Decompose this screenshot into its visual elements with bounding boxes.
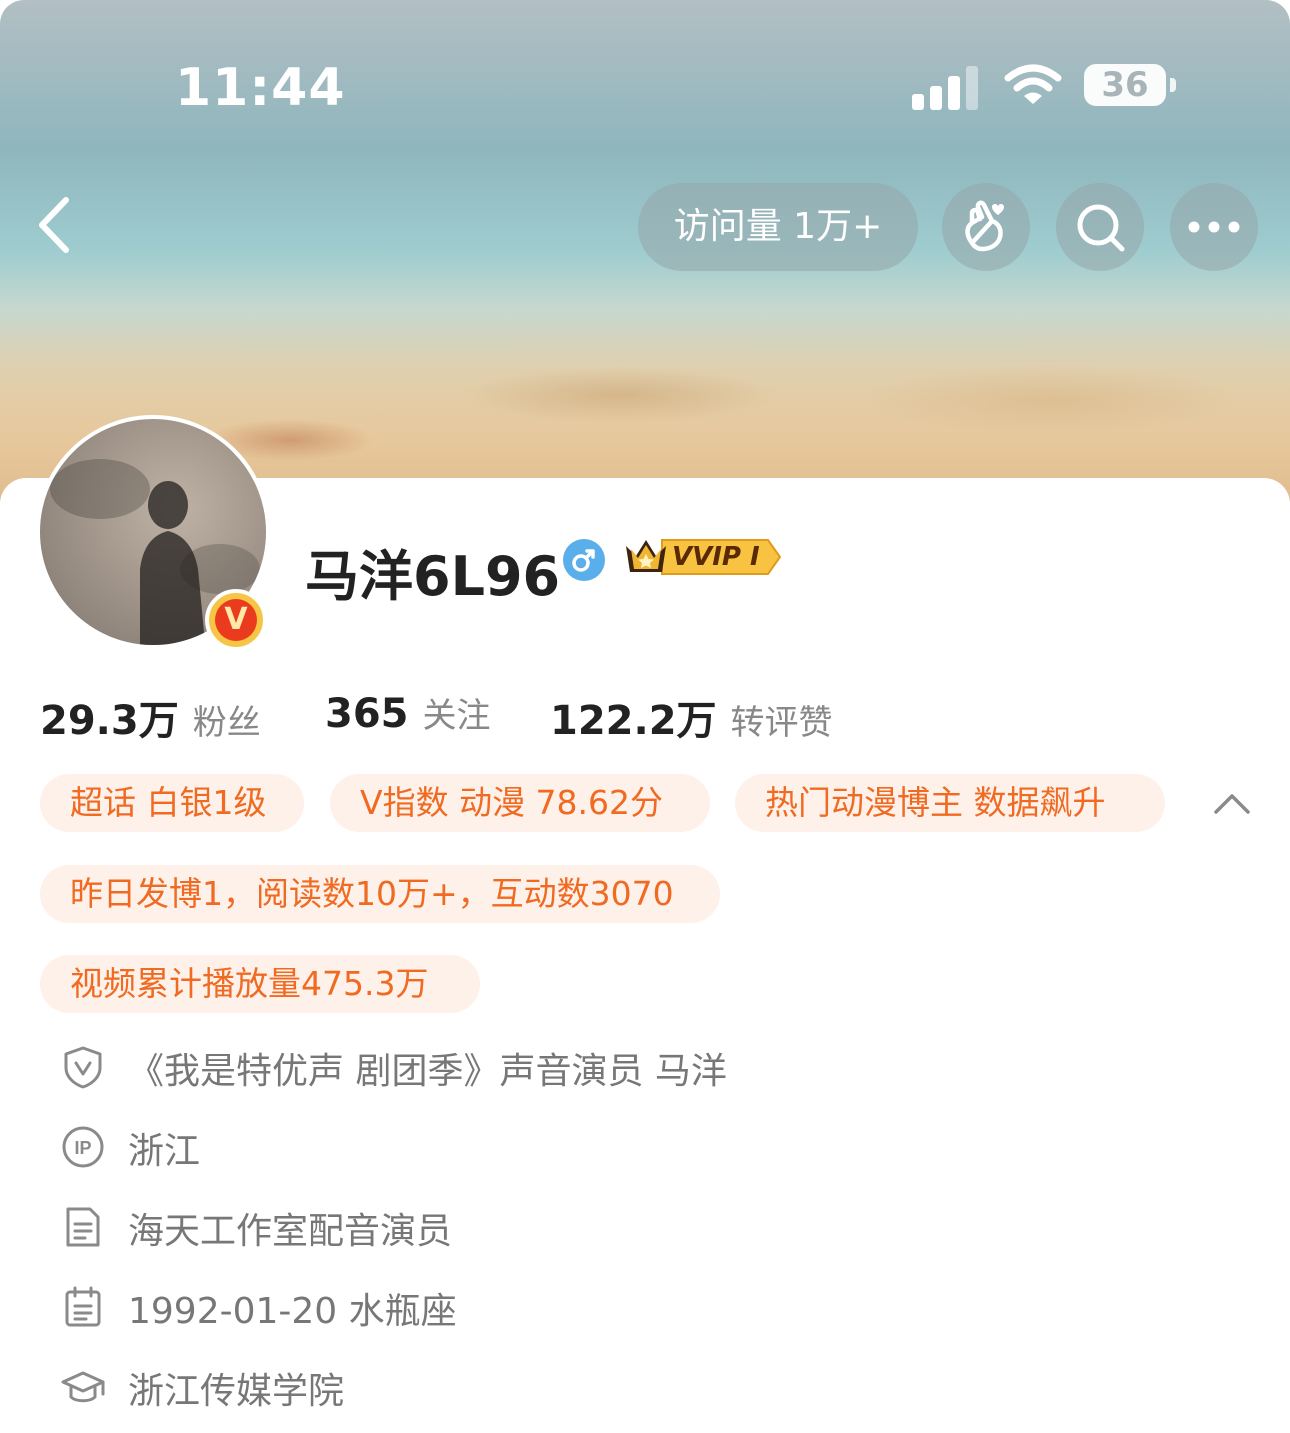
stat-fans[interactable]: 29.3万 粉丝 [40, 688, 261, 746]
cellular-signal-icon [912, 62, 982, 110]
tag-super-topic[interactable]: 超话 白银1级 [40, 774, 304, 832]
back-button[interactable] [30, 190, 90, 260]
tag-video-plays[interactable]: 视频累计播放量475.3万 [40, 955, 480, 1013]
male-gender-icon [563, 539, 605, 581]
search-button[interactable] [1056, 183, 1144, 271]
info-text: 浙江传媒学院 [128, 1371, 345, 1412]
stat-value: 365 [325, 691, 409, 737]
tag-hot-blogger[interactable]: 热门动漫博主 数据飙升 [735, 774, 1165, 832]
search-icon [1077, 204, 1125, 252]
verified-badge: V [205, 589, 267, 651]
svg-text:IP: IP [74, 1138, 91, 1158]
info-text: 1992-01-20 水瓶座 [128, 1291, 457, 1332]
stat-label: 粉丝 [192, 703, 261, 743]
document-icon [66, 1207, 100, 1247]
tag-yesterday-stats[interactable]: 昨日发博1，阅读数10万+，互动数3070 [40, 865, 720, 923]
battery-nub [1170, 78, 1176, 92]
stat-label: 转评赞 [730, 703, 833, 743]
wifi-icon [1004, 64, 1062, 104]
info-text: 《我是特优声 剧团季》声音演员 马洋 [128, 1051, 727, 1092]
calendar-icon [65, 1286, 101, 1327]
status-time: 11:44 [175, 58, 346, 118]
username: 马洋6L96 [305, 545, 561, 608]
stat-interactions[interactable]: 122.2万 转评赞 [550, 688, 833, 746]
greet-button[interactable] [942, 183, 1030, 271]
vvip-badge[interactable]: VVIP I [622, 532, 784, 582]
ip-location-icon: IP [62, 1126, 104, 1168]
battery-indicator: 36 [1084, 64, 1166, 106]
verified-v: V [215, 599, 257, 641]
back-arrow-icon [39, 197, 69, 253]
hand-heart-icon [965, 200, 1004, 252]
info-text: 海天工作室配音演员 [128, 1211, 453, 1252]
stat-value: 29.3万 [40, 698, 179, 744]
stat-value: 122.2万 [550, 698, 717, 744]
stat-label: 关注 [422, 696, 491, 736]
verified-shield-icon [64, 1046, 102, 1089]
visits-button[interactable]: 访问量 1万+ [638, 183, 918, 271]
stat-following[interactable]: 365 关注 [325, 688, 491, 737]
more-icon [1188, 221, 1240, 233]
graduation-cap-icon [61, 1371, 105, 1403]
more-button[interactable] [1170, 183, 1258, 271]
tag-v-index[interactable]: V指数 动漫 78.62分 [330, 774, 710, 832]
vip-label: VVIP I [672, 542, 760, 572]
chevron-up-icon[interactable] [1210, 786, 1254, 822]
info-text: 浙江 [128, 1131, 201, 1172]
